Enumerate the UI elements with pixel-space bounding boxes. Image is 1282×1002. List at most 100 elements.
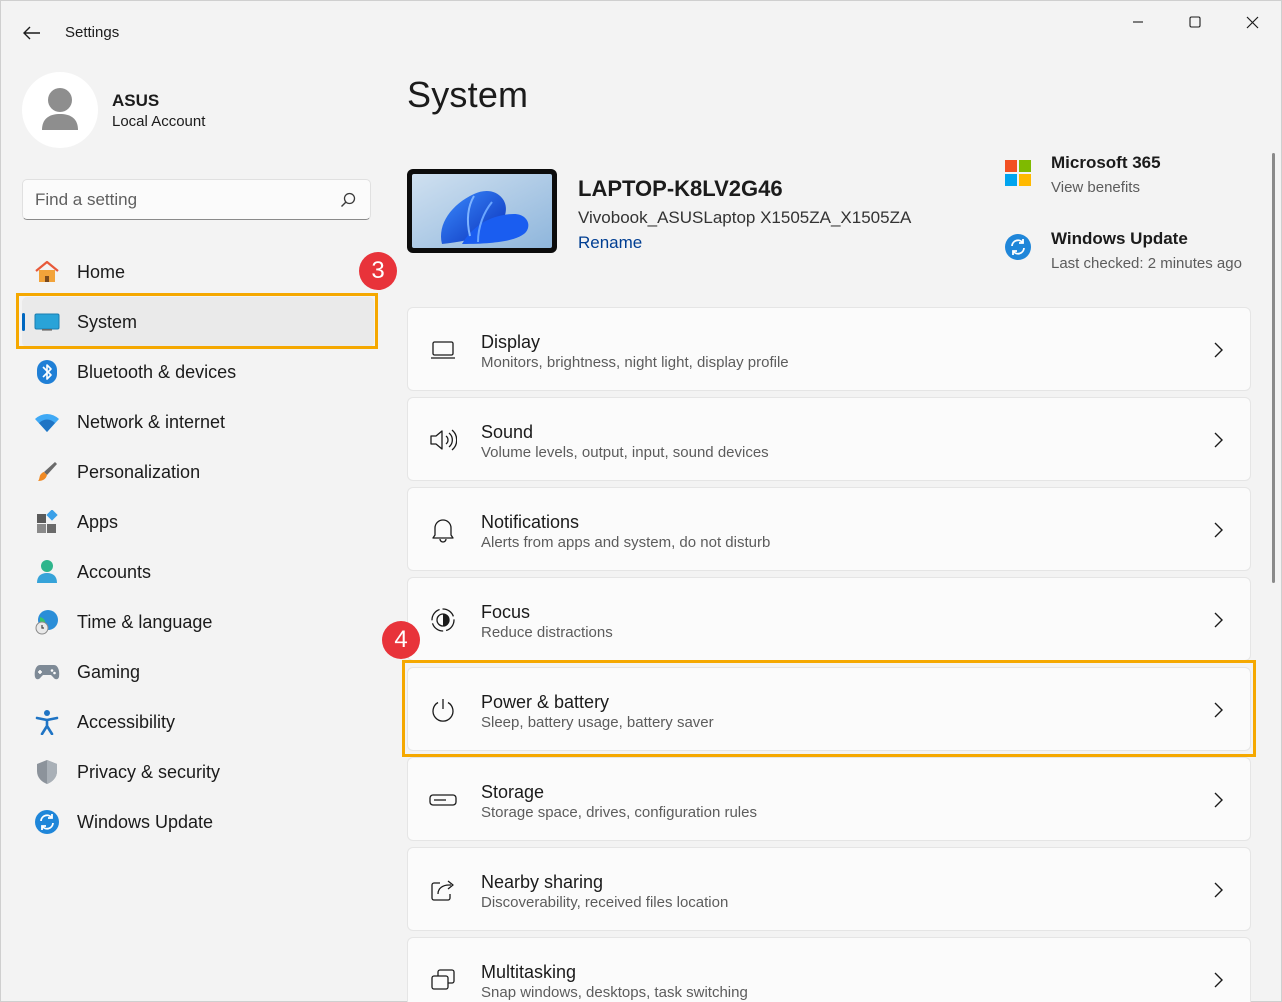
highlight-box-power-battery	[402, 660, 1256, 757]
sidebar-item-label: Gaming	[77, 661, 141, 682]
card-title: Display	[481, 332, 541, 352]
sidebar-item-label: Time & language	[77, 611, 213, 632]
card-title: Focus	[481, 602, 531, 622]
promo-title: Windows Update	[1051, 229, 1188, 248]
sidebar-item-accounts[interactable]: Accounts	[22, 547, 374, 597]
wifi-icon	[34, 409, 60, 435]
microsoft-logo-icon	[1005, 160, 1031, 186]
sidebar-item-label: Personalization	[77, 461, 201, 482]
sidebar-item-home[interactable]: Home	[22, 247, 374, 297]
user-avatar-icon	[42, 88, 78, 130]
device-model: Vivobook_ASUSLaptop X1505ZA_X1505ZA	[578, 208, 912, 227]
page-title: System	[407, 74, 529, 115]
promo-subtitle: View benefits	[1051, 179, 1140, 196]
bluetooth-icon	[34, 359, 60, 385]
sidebar-item-label: Accounts	[77, 561, 152, 582]
chevron-right-icon	[1214, 432, 1223, 448]
sidebar-item-label: Home	[77, 261, 126, 282]
sidebar-item-label: Windows Update	[77, 811, 214, 832]
app-title: Settings	[65, 24, 120, 41]
share-icon	[429, 877, 457, 903]
accessibility-icon	[34, 709, 60, 735]
laptop-icon	[429, 337, 457, 363]
card-title: Nearby sharing	[481, 872, 604, 892]
search-icon[interactable]	[339, 191, 357, 209]
card-subtitle: Volume levels, output, input, sound devi…	[481, 444, 769, 461]
chevron-right-icon	[1214, 612, 1223, 628]
chevron-right-icon	[1214, 522, 1223, 538]
chevron-right-icon	[1214, 972, 1223, 988]
multitasking-icon	[429, 967, 457, 993]
wallpaper-thumbnail	[412, 174, 552, 248]
sidebar-item-label: Apps	[77, 511, 119, 532]
chevron-right-icon	[1214, 882, 1223, 898]
device-image[interactable]	[407, 169, 557, 253]
sidebar-item-label: Accessibility	[77, 711, 176, 732]
sidebar-item-personalization[interactable]: Personalization	[22, 447, 374, 497]
card-subtitle: Alerts from apps and system, do not dist…	[481, 534, 771, 551]
sidebar-item-windows-update[interactable]: Windows Update	[22, 797, 374, 847]
minimize-button[interactable]	[1115, 9, 1161, 35]
card-subtitle: Discoverability, received files location	[481, 894, 729, 911]
back-button[interactable]	[15, 19, 49, 47]
search-box[interactable]	[22, 179, 371, 220]
settings-list: Display Monitors, brightness, night ligh…	[407, 307, 1251, 1002]
promo-subtitle: Last checked: 2 minutes ago	[1051, 255, 1242, 272]
account-type: Local Account	[112, 113, 206, 130]
card-nearby-sharing[interactable]: Nearby sharing Discoverability, received…	[407, 847, 1251, 931]
storage-drive-icon	[429, 787, 457, 813]
sidebar-item-apps[interactable]: Apps	[22, 497, 374, 547]
windows-update-icon	[1005, 234, 1031, 260]
maximize-button[interactable]	[1172, 9, 1218, 35]
bell-icon	[429, 517, 457, 543]
accounts-icon	[34, 559, 60, 585]
chevron-right-icon	[1214, 792, 1223, 808]
card-subtitle: Monitors, brightness, night light, displ…	[481, 354, 789, 371]
sidebar-item-label: Privacy & security	[77, 761, 221, 782]
rename-link[interactable]: Rename	[578, 233, 642, 253]
sidebar-item-network[interactable]: Network & internet	[22, 397, 374, 447]
title-bar: Settings	[1, 1, 1281, 63]
maximize-icon	[1189, 16, 1201, 28]
sidebar-item-time-language[interactable]: Time & language	[22, 597, 374, 647]
avatar[interactable]	[22, 72, 98, 148]
sidebar-item-gaming[interactable]: Gaming	[22, 647, 374, 697]
sidebar-item-label: Network & internet	[77, 411, 226, 432]
card-title: Storage	[481, 782, 545, 802]
card-notifications[interactable]: Notifications Alerts from apps and syste…	[407, 487, 1251, 571]
scrollbar-thumb[interactable]	[1272, 153, 1275, 583]
card-sound[interactable]: Sound Volume levels, output, input, soun…	[407, 397, 1251, 481]
close-button[interactable]	[1229, 9, 1275, 35]
card-title: Notifications	[481, 512, 580, 532]
device-name: LAPTOP-K8LV2G46	[578, 176, 783, 201]
sidebar-item-label: Bluetooth & devices	[77, 361, 237, 382]
paintbrush-icon	[34, 459, 60, 485]
search-input[interactable]	[35, 188, 325, 212]
card-subtitle: Snap windows, desktops, task switching	[481, 984, 748, 1001]
card-subtitle: Reduce distractions	[481, 624, 613, 641]
globe-clock-icon	[34, 609, 60, 635]
gamepad-icon	[34, 659, 60, 685]
speaker-icon	[429, 427, 457, 453]
card-focus[interactable]: Focus Reduce distractions	[407, 577, 1251, 661]
home-icon	[34, 259, 60, 285]
focus-icon	[429, 607, 457, 633]
close-icon	[1246, 16, 1258, 28]
card-display[interactable]: Display Monitors, brightness, night ligh…	[407, 307, 1251, 391]
promo-title: Microsoft 365	[1051, 153, 1161, 172]
sidebar-item-accessibility[interactable]: Accessibility	[22, 697, 374, 747]
apps-icon	[34, 509, 60, 535]
highlight-box-system	[16, 293, 378, 349]
shield-icon	[34, 759, 60, 785]
card-multitasking[interactable]: Multitasking Snap windows, desktops, tas…	[407, 937, 1251, 1002]
sidebar-item-privacy-security[interactable]: Privacy & security	[22, 747, 374, 797]
step-badge-3: 3	[359, 252, 397, 290]
card-storage[interactable]: Storage Storage space, drives, configura…	[407, 757, 1251, 841]
card-title: Multitasking	[481, 962, 577, 982]
user-name: ASUS	[112, 91, 160, 110]
sidebar-item-bluetooth[interactable]: Bluetooth & devices	[22, 347, 374, 397]
windows-update-icon	[34, 809, 60, 835]
settings-window: Settings ASUS Local Account Find a setti…	[0, 0, 1282, 1002]
back-arrow-icon	[23, 26, 40, 40]
chevron-right-icon	[1214, 342, 1223, 358]
